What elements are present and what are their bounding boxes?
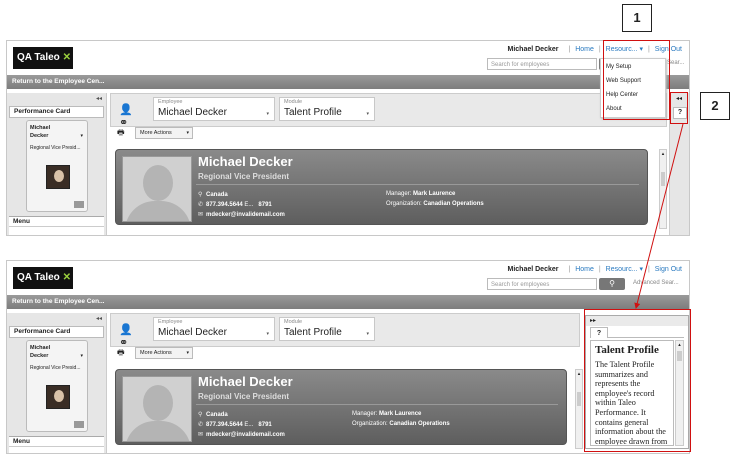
callout-arrow bbox=[634, 123, 684, 309]
